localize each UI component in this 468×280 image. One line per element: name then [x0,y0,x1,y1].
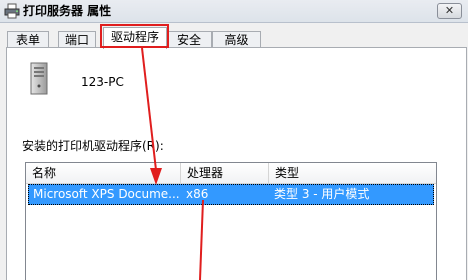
server-icon [30,62,48,95]
printer-icon [4,3,20,19]
print-server-properties-window: 打印服务器 属性 ✕ 表单 端口 驱动程序 安全 高级 123-PC 安装的打印… [0,0,468,280]
close-icon: ✕ [444,4,455,17]
tab-advanced[interactable]: 高级 [212,31,261,48]
column-header-processor[interactable]: 处理器 [181,163,269,183]
list-header: 名称 处理器 类型 [26,163,436,184]
tab-ports[interactable]: 端口 [58,31,96,48]
driver-processor-cell: x86 [186,187,209,201]
column-header-type[interactable]: 类型 [269,163,436,183]
drivers-tab-annotation-box [100,24,169,48]
driver-row[interactable]: Microsoft XPS Docume... x86 类型 3 - 用户模式 [28,184,434,205]
tab-forms[interactable]: 表单 [7,31,49,48]
tab-security[interactable]: 安全 [166,31,212,48]
driver-name-cell: Microsoft XPS Docume... [33,187,180,201]
title-bar: 打印服务器 属性 ✕ [0,0,468,23]
tab-strip: 表单 端口 驱动程序 安全 高级 [0,22,468,49]
window-title: 打印服务器 属性 [23,4,112,18]
installed-drivers-list[interactable]: 名称 处理器 类型 Microsoft XPS Docume... x86 类型… [25,162,437,280]
server-name: 123-PC [81,75,124,89]
driver-type-cell: 类型 3 - 用户模式 [274,187,370,201]
installed-drivers-label: 安装的打印机驱动程序(R): [22,139,164,153]
column-header-name[interactable]: 名称 [26,163,181,183]
close-button[interactable]: ✕ [437,3,462,19]
